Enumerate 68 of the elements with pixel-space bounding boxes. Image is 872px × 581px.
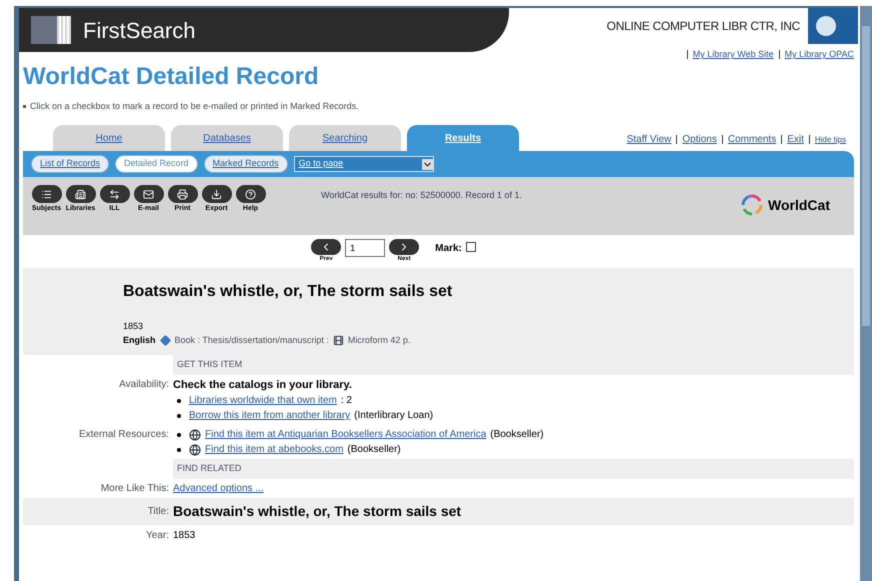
arrows-icon [109, 188, 120, 200]
institution-name: ONLINE COMPUTER LIBR CTR, INC [606, 18, 800, 35]
results-info: WorldCat results for: no: 52500000. Record 1 of 1. [321, 189, 522, 202]
resource-link[interactable]: Find this item at abebooks.com [205, 442, 344, 457]
mark-checkbox[interactable] [466, 242, 476, 252]
record-title: Boatswain's whistle, or, The storm sails set [123, 282, 454, 302]
top-link[interactable]: Comments [728, 132, 776, 147]
section-header: FIND RELATED [173, 459, 854, 478]
printer-icon [177, 188, 188, 200]
bullet-icon [177, 414, 181, 418]
subnav-tab[interactable]: Marked Records [204, 155, 288, 173]
link-note: (Interlibrary Loan) [354, 409, 434, 423]
top-link[interactable]: Staff View [626, 132, 672, 147]
resource-link[interactable]: Borrow this item from another library [189, 408, 350, 423]
header-link[interactable]: My Library Web Site [692, 48, 774, 62]
top-link[interactable]: Exit [787, 132, 804, 147]
link-note: : 2 [340, 394, 352, 408]
help-icon [245, 188, 256, 200]
diamond-icon [160, 334, 171, 346]
section-header: GET THIS ITEM [173, 355, 854, 374]
tip-text: Click on a checkbox to mark a record to be e-mailed or printed in Marked Records. [30, 100, 359, 113]
logo-icon [31, 16, 71, 44]
nav-tab[interactable]: Home [53, 125, 165, 151]
resource-link[interactable]: Find this item at Antiquarian Booksellers Association of America [205, 427, 486, 442]
title-value: Boatswain's whistle, or, The storm sails set [173, 502, 462, 520]
mail-icon [143, 188, 154, 200]
record-language: English [123, 334, 156, 347]
subnav-tab[interactable]: List of Records [31, 155, 110, 173]
field-label: External Resources: [78, 428, 169, 442]
subnav-tab[interactable]: Detailed Record [115, 155, 198, 173]
bullet-icon [177, 398, 181, 402]
link-note: (Bookseller) [347, 443, 401, 457]
field-value: 1853 [173, 528, 196, 542]
worldcat-logo-icon [740, 193, 764, 217]
dropdown-icon [422, 158, 433, 170]
film-icon [332, 334, 344, 346]
page-select[interactable]: Go to page [294, 156, 434, 172]
top-link[interactable]: Hide tips [814, 134, 846, 146]
link-note: (Bookseller) [490, 428, 544, 442]
download-icon [211, 188, 222, 200]
globe-icon [189, 444, 201, 456]
bullet-icon [177, 448, 181, 452]
resource-link[interactable]: Advanced options ... [173, 480, 264, 496]
building-icon [75, 188, 86, 200]
record-format: Book : Thesis/dissertation/manuscript : [174, 334, 329, 347]
field-label: Year: [146, 528, 169, 542]
record-number-field[interactable]: 1 [345, 239, 386, 257]
record-year: 1853 [123, 320, 144, 333]
availability-note: Check the catalogs in your library. [173, 378, 353, 392]
nav-tab[interactable]: Results [407, 125, 519, 151]
list-icon [41, 188, 52, 200]
field-label: More Like This: [100, 482, 169, 496]
nav-tab[interactable]: Databases [171, 125, 283, 151]
nav-tab[interactable]: Searching [289, 125, 401, 151]
record-microform: Microform 42 p. [348, 334, 410, 347]
page-title: WorldCat Detailed Record [23, 62, 320, 92]
brand-name: FirstSearch [83, 16, 196, 44]
header-link[interactable]: My Library OPAC [784, 48, 854, 62]
worldcat-logo: WorldCat [768, 196, 830, 214]
globe-icon [189, 428, 201, 440]
bullet-icon [177, 432, 181, 436]
mark-label: Mark: [435, 242, 462, 256]
bullet-icon [23, 104, 26, 108]
top-link[interactable]: Options [682, 132, 717, 147]
field-label: Availability: [119, 378, 169, 392]
field-label: Title: [148, 504, 169, 518]
resource-link[interactable]: Libraries worldwide that own item [189, 393, 337, 408]
library-badge-icon [808, 8, 858, 44]
